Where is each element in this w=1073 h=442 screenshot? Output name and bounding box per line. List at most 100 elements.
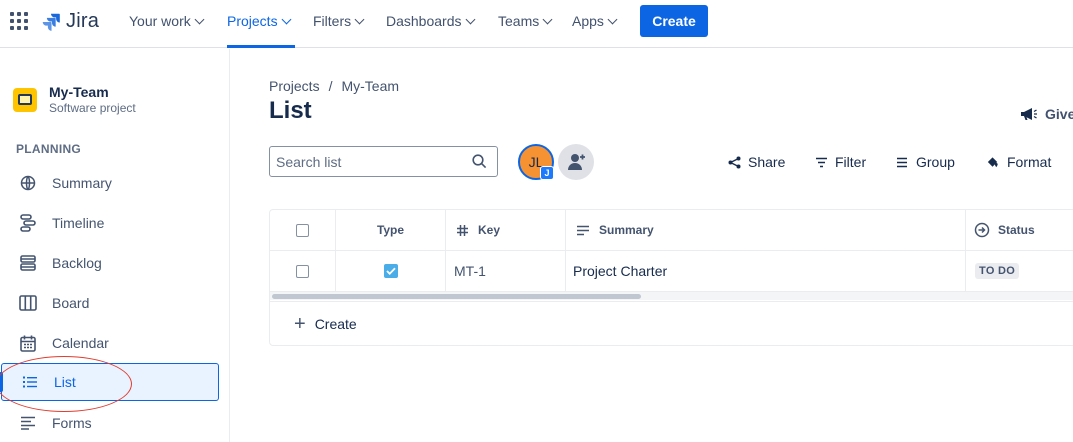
sidebar-item-board[interactable]: Board — [0, 283, 230, 323]
chevron-down-icon — [354, 14, 365, 25]
nav-filters[interactable]: Filters — [313, 13, 365, 29]
globe-icon — [18, 173, 38, 193]
jira-logo[interactable]: Jira — [40, 10, 99, 33]
format-label: Format — [1007, 154, 1052, 170]
sidebar-item-calendar[interactable]: Calendar — [0, 323, 230, 363]
issue-summary[interactable]: Project Charter — [573, 263, 667, 279]
hash-icon — [457, 224, 468, 236]
create-button[interactable]: Create — [640, 5, 708, 37]
share-button[interactable]: Share — [727, 154, 785, 170]
nav-dashboards[interactable]: Dashboards — [386, 13, 475, 29]
search-icon — [472, 154, 487, 169]
row-checkbox[interactable] — [296, 264, 309, 278]
board-icon — [18, 293, 38, 313]
sidebar-item-label: Summary — [52, 175, 112, 191]
project-header[interactable]: My-Team Software project — [13, 84, 136, 116]
sidebar-item-label: Forms — [52, 415, 92, 431]
sidebar-item-label: Board — [52, 295, 90, 311]
chevron-down-icon — [281, 14, 292, 25]
summary-cell[interactable]: Project Charter — [566, 251, 966, 291]
nav-your-work-label: Your work — [129, 13, 191, 29]
issue-key[interactable]: MT-1 — [454, 263, 486, 279]
breadcrumb-projects[interactable]: Projects — [269, 78, 320, 94]
scrollbar-thumb[interactable] — [272, 294, 641, 299]
nav-projects[interactable]: Projects — [227, 13, 292, 29]
add-people-button[interactable] — [558, 144, 594, 180]
search-input[interactable] — [276, 153, 466, 171]
breadcrumb-my-team[interactable]: My-Team — [341, 78, 399, 94]
status-badge[interactable]: TO DO — [975, 263, 1020, 279]
sidebar-item-label: Timeline — [52, 215, 105, 231]
select-all-cell — [270, 210, 336, 250]
header-status[interactable]: Status — [966, 210, 1073, 250]
sidebar-item-timeline[interactable]: Timeline — [0, 203, 230, 243]
share-icon — [727, 155, 741, 169]
paint-bucket-icon — [986, 155, 1000, 169]
group-label: Group — [916, 154, 955, 170]
chevron-down-icon — [542, 14, 553, 25]
give-feedback-button[interactable]: Give — [1020, 106, 1073, 122]
search-list-field[interactable] — [269, 146, 498, 177]
sidebar-item-label: Backlog — [52, 255, 102, 271]
sidebar-item-backlog[interactable]: Backlog — [0, 243, 230, 283]
filter-icon — [814, 155, 828, 169]
status-cell[interactable]: TO DO — [966, 251, 1073, 291]
add-person-icon — [568, 154, 585, 170]
header-type[interactable]: Type — [336, 210, 446, 250]
row-select-cell — [270, 251, 336, 291]
project-name: My-Team — [49, 84, 109, 100]
nav-apps[interactable]: Apps — [572, 13, 618, 29]
app-switcher-icon[interactable] — [10, 12, 28, 30]
jira-wordmark: Jira — [66, 10, 100, 32]
nav-apps-label: Apps — [572, 13, 604, 29]
sidebar-item-label: Calendar — [52, 335, 109, 351]
megaphone-icon — [1021, 108, 1037, 120]
header-key[interactable]: Key — [446, 210, 566, 250]
top-navigation: Jira Your work Projects Filters Dashboar… — [0, 0, 1073, 48]
task-type-icon — [383, 264, 398, 278]
header-key-label: Key — [478, 223, 501, 237]
page-title: List — [269, 97, 312, 124]
timeline-icon — [18, 213, 38, 233]
group-button[interactable]: Group — [895, 154, 955, 170]
table-header-row: Type Key Summary Status — [270, 210, 1073, 251]
summary-lines-icon — [577, 225, 589, 235]
header-type-label: Type — [376, 223, 405, 237]
select-all-checkbox[interactable] — [296, 223, 309, 237]
avatar-badge: J — [540, 166, 554, 180]
status-arrow-icon — [974, 222, 990, 238]
issue-table: Type Key Summary Status MT-1 Project Cha… — [269, 209, 1073, 346]
calendar-icon — [18, 333, 38, 353]
plus-icon: + — [294, 313, 306, 335]
section-title-planning: PLANNING — [16, 142, 82, 156]
project-avatar — [13, 88, 37, 112]
sidebar-item-summary[interactable]: Summary — [0, 163, 230, 203]
format-button[interactable]: Format — [986, 154, 1051, 170]
key-cell[interactable]: MT-1 — [446, 251, 566, 291]
share-label: Share — [748, 154, 786, 170]
nav-filters-label: Filters — [313, 13, 352, 29]
chevron-down-icon — [194, 14, 205, 25]
project-sidebar: My-Team Software project PLANNING Summar… — [0, 49, 230, 442]
filter-button[interactable]: Filter — [814, 154, 866, 170]
header-summary[interactable]: Summary — [566, 210, 966, 250]
nav-projects-label: Projects — [227, 13, 278, 29]
project-type: Software project — [49, 101, 136, 115]
nav-teams[interactable]: Teams — [498, 13, 553, 29]
group-icon — [895, 155, 909, 169]
breadcrumb: Projects / My-Team — [269, 78, 399, 94]
table-row[interactable]: MT-1 Project Charter TO DO — [270, 251, 1073, 291]
give-feedback-label: Give — [1045, 106, 1073, 122]
horizontal-scrollbar[interactable] — [270, 291, 1073, 300]
create-issue-row[interactable]: + Create — [270, 301, 1073, 346]
header-summary-label: Summary — [599, 223, 654, 237]
jira-logo-icon — [42, 13, 60, 31]
nav-dashboards-label: Dashboards — [386, 13, 462, 29]
forms-icon — [18, 413, 38, 433]
chevron-down-icon — [607, 14, 618, 25]
create-issue-label: Create — [314, 316, 357, 332]
active-nav-indicator — [227, 45, 295, 48]
chevron-down-icon — [465, 14, 475, 25]
filter-label: Filter — [835, 154, 867, 170]
nav-your-work[interactable]: Your work — [129, 13, 205, 29]
